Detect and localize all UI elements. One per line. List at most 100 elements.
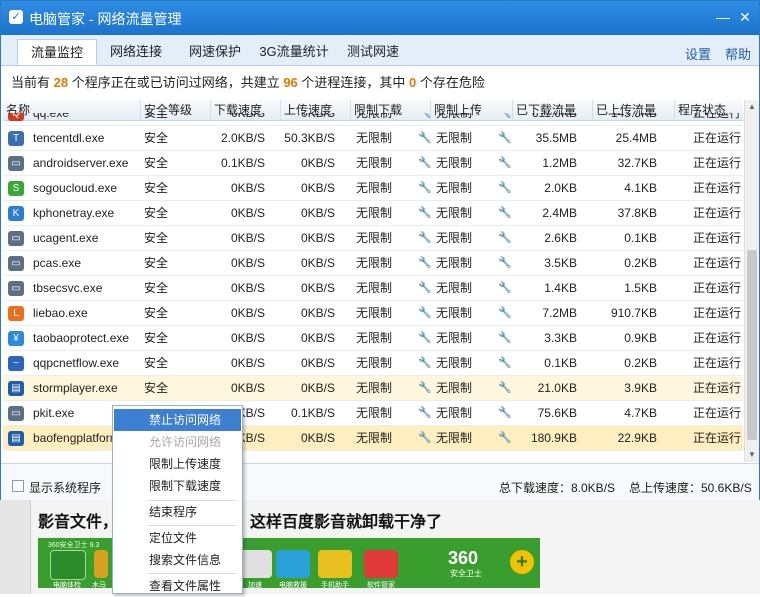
wrench-icon[interactable]: 🔧 — [498, 126, 512, 151]
menu-limit-upload[interactable]: 限制上传速度 — [114, 453, 241, 475]
close-button[interactable]: ✕ — [735, 7, 755, 27]
cell-limit-down: 无限制 — [356, 231, 393, 245]
banner-tool-label: 电脑救援 — [279, 582, 307, 589]
tab-network-connections[interactable]: 网络连接 — [101, 39, 171, 65]
cell-uploaded: 4.7KB — [624, 406, 657, 420]
cell-limit-down: 无限制 — [356, 113, 393, 120]
cell-limit-down: 无限制 — [356, 256, 393, 270]
wrench-icon[interactable]: 🔧 — [498, 426, 512, 451]
table-scrollbar[interactable]: ▲ ▼ — [744, 100, 759, 462]
tab-speed-test[interactable]: 测试网速 — [339, 39, 407, 65]
wrench-icon[interactable]: 🔧 — [418, 276, 432, 301]
table-row[interactable]: Ttencentdl.exe 安全 2.0KB/S 50.3KB/S 无限制 无限制 35.… — [3, 126, 743, 151]
scroll-down-icon[interactable]: ▼ — [745, 448, 759, 462]
help-link[interactable]: 帮助 — [725, 44, 751, 63]
wrench-icon[interactable]: 🔧 — [498, 301, 512, 326]
tab-speed-protection[interactable]: 网速保护 — [179, 39, 251, 65]
wrench-icon[interactable]: 🔧 — [498, 113, 512, 126]
menu-end-program[interactable]: 结束程序 — [114, 501, 241, 523]
cell-limit-up: 无限制 — [436, 231, 473, 245]
cell-down: 0KB/S — [230, 206, 265, 220]
cell-status: 正在运行 — [693, 231, 742, 245]
cell-status: 正在运行 — [693, 406, 742, 420]
qq-penguin-icon: Q — [8, 113, 24, 121]
table-row[interactable]: ▭ androidserver.exe 安全 0.1KB/S 0KB/S 无限制 无限制 1.… — [3, 151, 743, 176]
wrench-icon[interactable]: 🔧 — [418, 176, 432, 201]
wrench-icon[interactable]: 🔧 — [498, 376, 512, 401]
wrench-icon[interactable]: 🔧 — [418, 126, 432, 151]
table-row[interactable]: ~ qqpcnetflow.exe 安全 0KB/S 0KB/S 无限制 无限制 0.1KB 0… — [3, 351, 743, 376]
wrench-icon[interactable]: 🔧 — [418, 151, 432, 176]
cell-status: 正在运行 — [693, 131, 742, 145]
cell-down: 2.0KB/S — [220, 131, 265, 145]
cell-down: 0KB/S — [230, 281, 265, 295]
cell-downloaded: 0.1KB — [544, 356, 577, 370]
table-row[interactable]: ¥ taobaoprotect.exe 安全 0KB/S 0KB/S 无限制 无限制 3.3K… — [3, 326, 743, 351]
total-download-speed: 总下载速度：8.0KB/S — [499, 481, 616, 495]
table-row[interactable]: Ssogoucloud.exe 安全 0KB/S 0KB/S 无限制 无限制 2.0KB 4.… — [3, 176, 743, 201]
wrench-icon[interactable]: 🔧 — [418, 351, 432, 376]
wrench-icon[interactable]: 🔧 — [498, 276, 512, 301]
menu-search-file-info[interactable]: 搜索文件信息 — [114, 549, 241, 571]
table-row[interactable]: ▭ tbsecsvc.exe 安全 0KB/S 0KB/S 无限制 无限制 1.4KB 1.5K… — [3, 276, 743, 301]
window-title: 电脑管家 - 网络流量管理 — [29, 11, 182, 27]
cell-uploaded: 22.9KB — [617, 431, 657, 445]
wrench-icon[interactable]: 🔧 — [498, 326, 512, 351]
cell-limit-up: 无限制 — [436, 206, 473, 220]
wrench-icon[interactable]: 🔧 — [418, 113, 432, 126]
wrench-icon[interactable]: 🔧 — [418, 226, 432, 251]
cell-downloaded: 611.0KB — [531, 113, 577, 120]
wrench-icon[interactable]: 🔧 — [498, 401, 512, 426]
app-window-icon: ▭ — [8, 256, 24, 271]
wrench-icon[interactable]: 🔧 — [418, 201, 432, 226]
wrench-icon[interactable]: 🔧 — [498, 151, 512, 176]
wrench-icon[interactable]: 🔧 — [418, 326, 432, 351]
table-row[interactable]: Lliebao.exe 安全 0KB/S 0KB/S 无限制 无限制 7.2MB 910.7K… — [3, 301, 743, 326]
cell-down: 0KB/S — [230, 381, 265, 395]
cell-security: 安全 — [144, 131, 169, 145]
menu-block-network[interactable]: 禁止访问网络 — [114, 409, 241, 431]
wrench-icon[interactable]: 🔧 — [498, 251, 512, 276]
connection-count: 96 — [283, 75, 298, 90]
wrench-icon[interactable]: 🔧 — [498, 201, 512, 226]
menu-locate-file[interactable]: 定位文件 — [114, 527, 241, 549]
wrench-icon[interactable]: 🔧 — [418, 301, 432, 326]
table-row[interactable]: Qqq.exe 安全 0KB/S 0KB/S 无限制 无限制 611.0KB 145.5KB 正… — [3, 113, 743, 126]
cell-downloaded: 2.0KB — [544, 181, 577, 195]
title-bar[interactable]: ✓ 电脑管家 - 网络流量管理 — ✕ — [1, 1, 759, 35]
wrench-icon[interactable]: 🔧 — [418, 251, 432, 276]
tab-traffic-monitor[interactable]: 流量监控 — [17, 39, 97, 65]
tencent-download-icon: T — [8, 131, 24, 146]
minimize-button[interactable]: — — [713, 7, 733, 27]
scrollbar-thumb[interactable] — [747, 250, 757, 440]
cell-uploaded: 0.2KB — [624, 256, 657, 270]
context-menu: 禁止访问网络 允许访问网络 限制上传速度 限制下载速度 结束程序 定位文件 搜索… — [112, 405, 243, 594]
tab-3g-stats[interactable]: 3G流量统计 — [257, 39, 331, 65]
wrench-icon[interactable]: 🔧 — [498, 351, 512, 376]
cell-limit-up: 无限制 — [436, 356, 473, 370]
show-system-label[interactable]: 显示系统程序 — [29, 479, 101, 496]
table-row[interactable]: ▭ pcas.exe 安全 0KB/S 0KB/S 无限制 无限制 3.5KB 0.2KB 正在运… — [3, 251, 743, 276]
menu-limit-download[interactable]: 限制下载速度 — [114, 475, 241, 497]
wrench-icon[interactable]: 🔧 — [418, 401, 432, 426]
wrench-icon[interactable]: 🔧 — [418, 426, 432, 451]
cell-status: 正在运行 — [693, 381, 742, 395]
cell-uploaded: 32.7KB — [617, 156, 657, 170]
settings-link[interactable]: 设置 — [685, 44, 711, 63]
cell-status: 正在运行 — [693, 281, 742, 295]
table-row[interactable]: ▭ ucagent.exe 安全 0KB/S 0KB/S 无限制 无限制 2.6KB 0.1KB… — [3, 226, 743, 251]
cell-downloaded: 3.3KB — [544, 331, 577, 345]
wrench-icon[interactable]: 🔧 — [498, 226, 512, 251]
cell-limit-down: 无限制 — [356, 281, 393, 295]
wrench-icon[interactable]: 🔧 — [498, 176, 512, 201]
cell-uploaded: 0.2KB — [624, 356, 657, 370]
banner-tool-label: 软件管家 — [367, 582, 395, 589]
cell-downloaded: 1.4KB — [544, 281, 577, 295]
table-row[interactable]: ▤ stormplayer.exe 安全 0KB/S 0KB/S 无限制 无限制 21.0KB… — [3, 376, 743, 401]
show-system-checkbox[interactable] — [12, 480, 24, 492]
wrench-icon[interactable]: 🔧 — [418, 376, 432, 401]
scroll-up-icon[interactable]: ▲ — [745, 100, 759, 114]
cell-limit-up: 无限制 — [436, 381, 473, 395]
film-icon: ▤ — [8, 431, 24, 446]
table-row[interactable]: Kkphonetray.exe 安全 0KB/S 0KB/S 无限制 无限制 2.4MB 37… — [3, 201, 743, 226]
